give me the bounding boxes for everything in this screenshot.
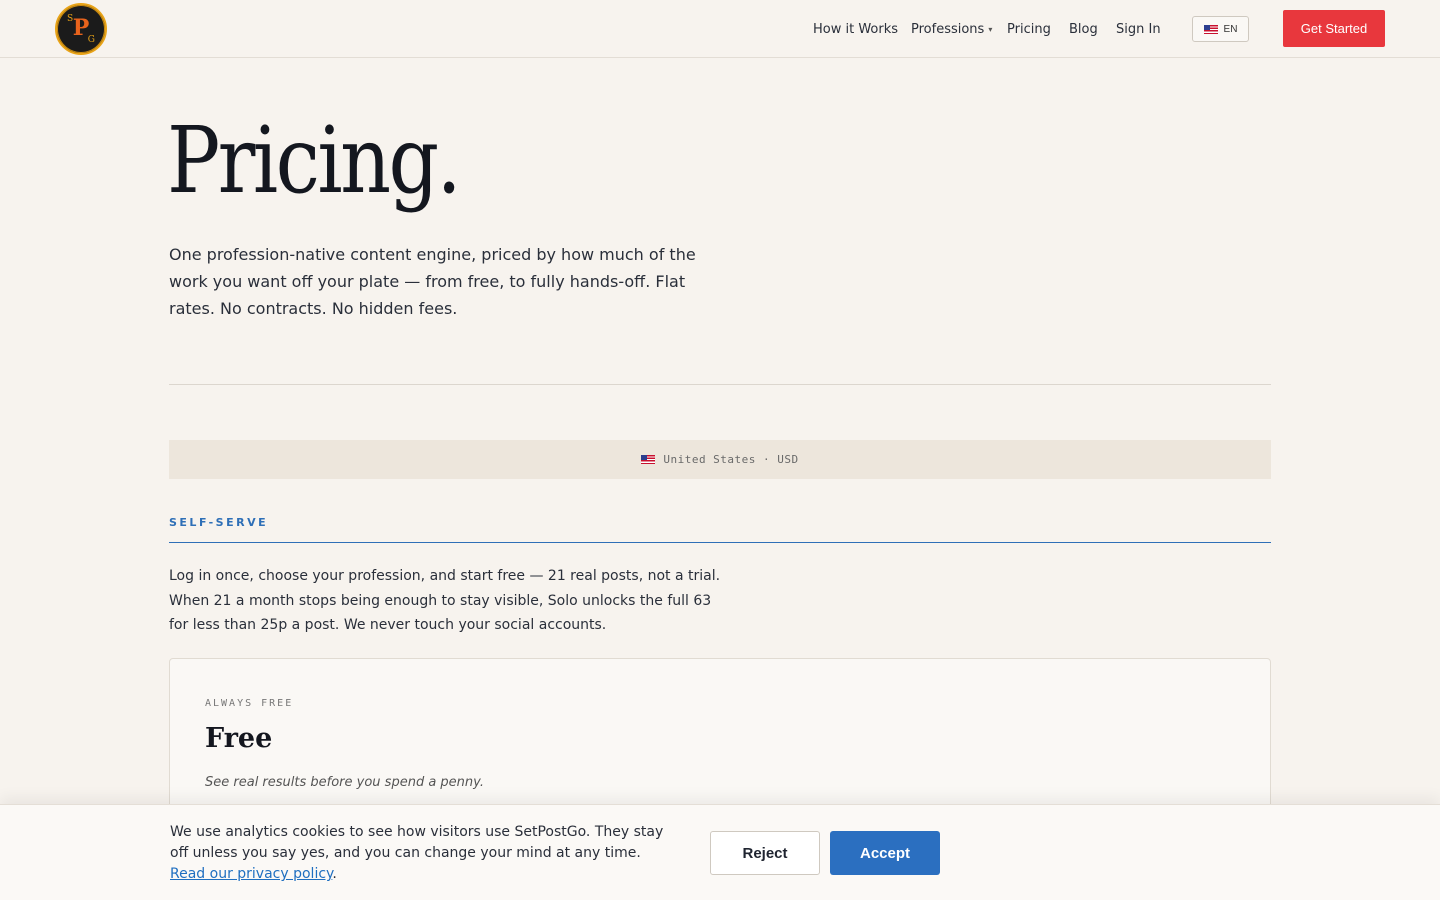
plan-title: Free: [205, 723, 273, 754]
us-flag-icon: [641, 455, 656, 464]
logo[interactable]: S P G: [55, 3, 107, 55]
language-code: EN: [1223, 23, 1238, 35]
cookie-text-end: .: [332, 866, 337, 882]
reject-button[interactable]: Reject: [710, 831, 820, 875]
chevron-down-icon: ▾: [988, 24, 993, 34]
us-flag-icon: [1203, 24, 1218, 34]
logo-letter-p: P: [72, 15, 90, 41]
section-divider: [169, 384, 1271, 385]
get-started-button[interactable]: Get Started: [1283, 10, 1385, 47]
self-serve-description: Log in once, choose your profession, and…: [169, 568, 721, 633]
nav-sign-in-link[interactable]: Sign In: [1116, 22, 1161, 37]
nav-pricing-link[interactable]: Pricing: [1007, 22, 1051, 37]
page-title: Pricing.: [167, 107, 462, 214]
nav-professions[interactable]: Professions ▾: [911, 0, 992, 58]
site-header: S P G How it Works Professions ▾ Pricing…: [0, 0, 1440, 58]
language-selector[interactable]: EN: [1192, 16, 1249, 42]
cookie-message: We use analytics cookies to see how visi…: [170, 822, 670, 885]
nav-blog-link[interactable]: Blog: [1069, 22, 1098, 37]
page-subtitle: One profession-native content engine, pr…: [169, 245, 696, 318]
nav-how-it-works-link[interactable]: How it Works: [813, 22, 898, 37]
cookie-banner: We use analytics cookies to see how visi…: [0, 804, 1440, 900]
nav-blog[interactable]: Blog: [1069, 0, 1098, 58]
self-serve-label: SELF-SERVE: [169, 516, 269, 529]
accept-button[interactable]: Accept: [830, 831, 940, 875]
nav-professions-link[interactable]: Professions: [911, 22, 984, 37]
plan-eyebrow: ALWAYS FREE: [205, 698, 294, 709]
nav-sign-in[interactable]: Sign In: [1116, 0, 1161, 58]
nav-pricing[interactable]: Pricing: [1007, 0, 1051, 58]
nav-how-it-works[interactable]: How it Works: [813, 0, 898, 58]
region-selector[interactable]: United States · USD: [169, 440, 1271, 479]
cookie-text: We use analytics cookies to see how visi…: [170, 824, 664, 861]
logo-letter-g: G: [87, 35, 95, 45]
region-label: United States · USD: [663, 453, 799, 466]
privacy-policy-link[interactable]: Read our privacy policy: [170, 866, 332, 882]
plan-description: See real results before you spend a penn…: [205, 775, 484, 790]
self-serve-rule: [169, 542, 1271, 543]
